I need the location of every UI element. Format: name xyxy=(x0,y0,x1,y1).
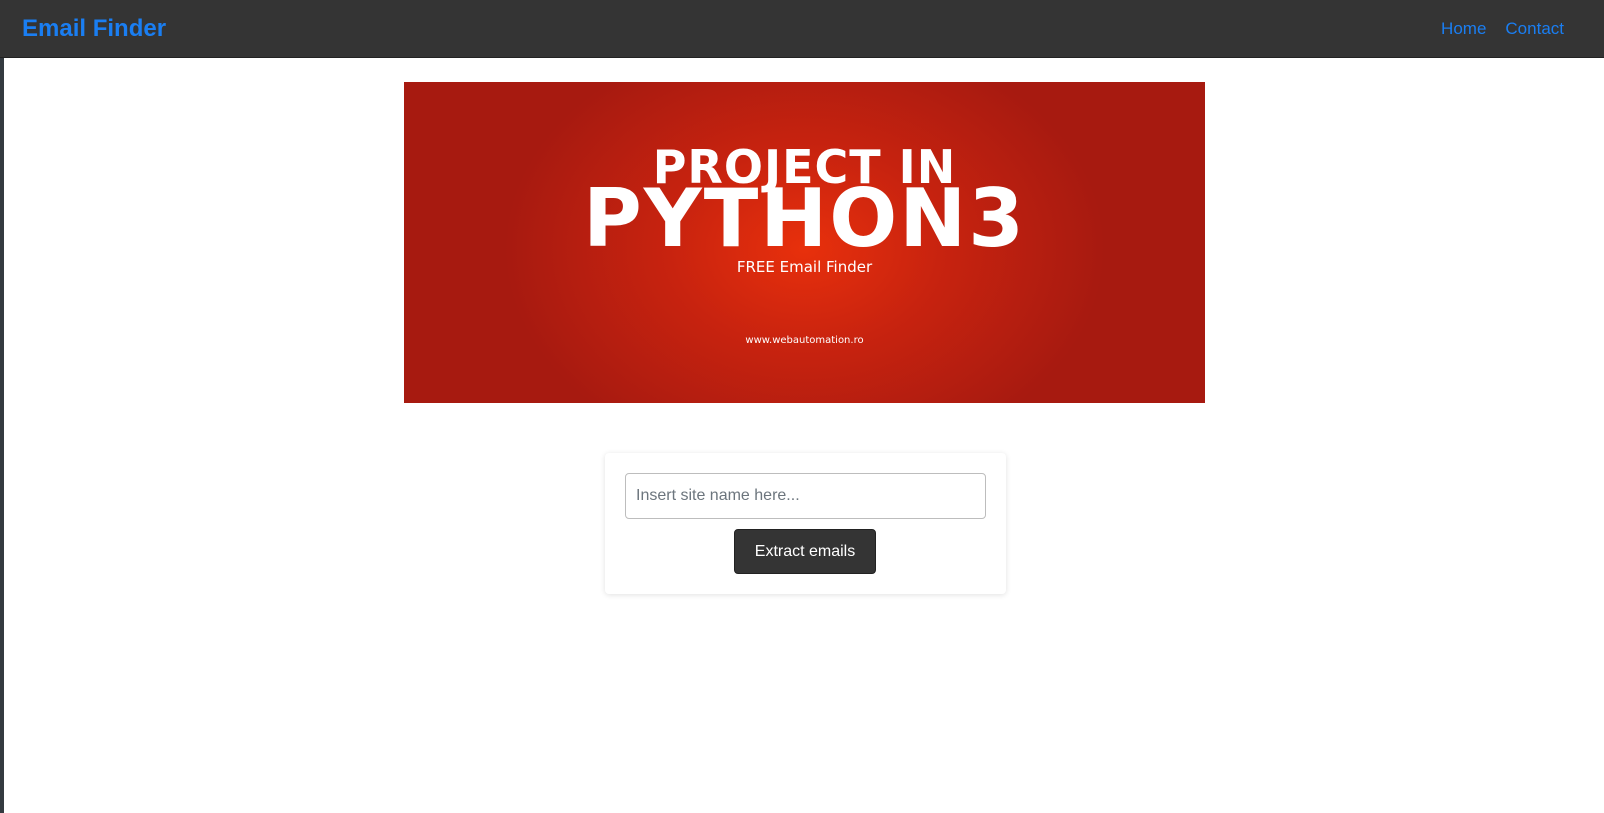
hero-banner-image: PROJECT IN PYTHON3 FREE Email Finder www… xyxy=(404,82,1205,403)
site-name-input[interactable] xyxy=(625,473,986,519)
banner-url: www.webautomation.ro xyxy=(745,335,864,346)
brand-link[interactable]: Email Finder xyxy=(22,14,166,44)
search-card: Extract emails xyxy=(605,453,1006,594)
extract-emails-button[interactable]: Extract emails xyxy=(734,529,876,574)
nav-links: Home Contact xyxy=(1441,19,1564,39)
nav-link-contact[interactable]: Contact xyxy=(1505,19,1564,39)
navbar: Email Finder Home Contact xyxy=(0,0,1604,58)
window-left-edge xyxy=(0,0,4,813)
nav-link-home[interactable]: Home xyxy=(1441,19,1486,39)
banner-heading-line2: PYTHON3 xyxy=(583,172,1026,265)
banner-subtitle: FREE Email Finder xyxy=(736,258,873,276)
